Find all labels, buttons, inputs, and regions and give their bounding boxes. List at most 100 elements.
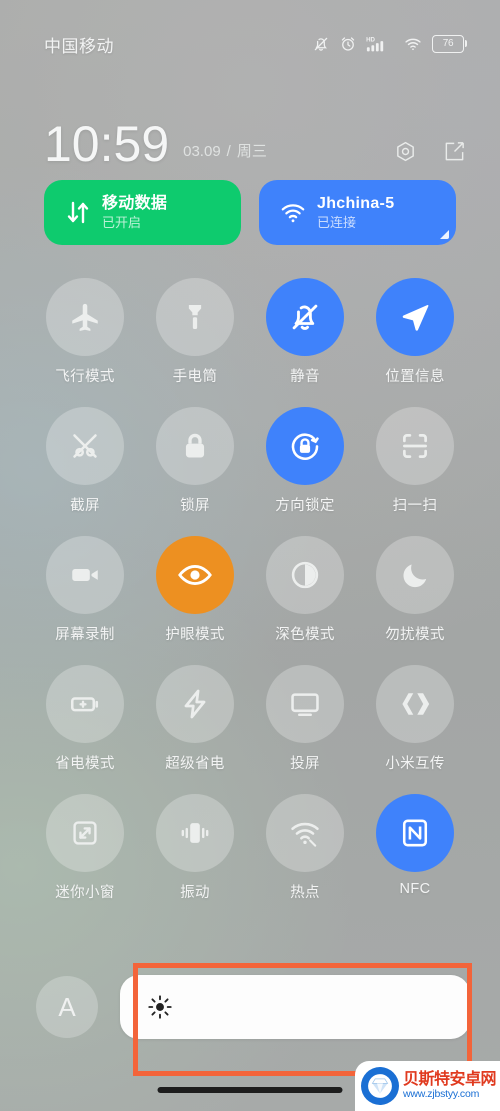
toggle-vibrate[interactable]: 振动 (140, 794, 250, 902)
toggle-flashlight[interactable]: 手电筒 (140, 278, 250, 386)
auto-brightness-button[interactable]: A (36, 976, 98, 1038)
date-separator: / (226, 143, 231, 160)
toggle-bubble[interactable] (156, 278, 234, 356)
mi-share-icon (398, 687, 432, 721)
toggle-label: 勿扰模式 (385, 627, 445, 643)
tile-title: Jhchina-5 (317, 194, 395, 212)
status-icon-tray: HD 76 (312, 35, 468, 53)
toggle-bubble[interactable] (46, 407, 124, 485)
svg-text:HD: HD (366, 37, 375, 44)
watermark-url: www.zjbstyy.com (403, 1088, 480, 1101)
sun-icon (146, 993, 174, 1021)
toggle-bubble[interactable] (46, 794, 124, 872)
clock-date: 03.09 (183, 143, 221, 160)
tile-wifi[interactable]: Jhchina-5 已连接 (259, 180, 456, 245)
toggle-battery-saver[interactable]: 省电模式 (30, 665, 140, 773)
toggle-bubble[interactable] (266, 536, 344, 614)
toggle-label: 手电筒 (172, 369, 218, 385)
toggle-bubble[interactable] (46, 536, 124, 614)
toggle-bubble[interactable] (266, 794, 344, 872)
toggle-silent[interactable]: 静音 (250, 278, 360, 386)
toggle-bubble[interactable] (266, 407, 344, 485)
battery-icon: 76 (432, 35, 468, 53)
toggle-lock-screen[interactable]: 锁屏 (140, 407, 250, 515)
toggle-grid: 飞行模式 手电筒 静音 位置信息 截屏 锁屏 方向锁定 扫一扫 屏幕录制 护眼模… (30, 278, 470, 902)
toggle-label: 投屏 (290, 756, 320, 772)
tile-title: 移动数据 (102, 194, 168, 212)
toggle-bubble[interactable] (376, 794, 454, 872)
toggle-mi-share[interactable]: 小米互传 (360, 665, 470, 773)
toggle-eye-comfort[interactable]: 护眼模式 (140, 536, 250, 644)
toggle-cast[interactable]: 投屏 (250, 665, 360, 773)
toggle-dark-mode[interactable]: 深色模式 (250, 536, 360, 644)
gear-icon[interactable] (394, 140, 417, 163)
video-camera-icon (68, 558, 102, 592)
gem-logo-icon (361, 1067, 399, 1105)
toggle-bubble[interactable] (156, 665, 234, 743)
wifi-icon (403, 35, 423, 53)
mobile-data-icon (58, 199, 98, 227)
expand-corner-icon[interactable] (440, 230, 449, 239)
toggle-label: 深色模式 (275, 627, 335, 643)
clock-weekday: 周三 (236, 143, 267, 160)
toggle-hotspot[interactable]: 热点 (250, 794, 360, 902)
mute-bell-icon (312, 35, 330, 53)
screenshot-icon (68, 429, 102, 463)
battery-level-label: 76 (442, 38, 454, 49)
toggle-label: 护眼模式 (165, 627, 225, 643)
toggle-bubble[interactable] (46, 278, 124, 356)
toggle-bubble[interactable] (266, 278, 344, 356)
toggle-do-not-disturb[interactable]: 勿扰模式 (360, 536, 470, 644)
toggle-bubble[interactable] (376, 407, 454, 485)
toggle-bubble[interactable] (376, 536, 454, 614)
toggle-label: 振动 (180, 885, 210, 901)
edit-icon[interactable] (443, 140, 466, 163)
home-indicator[interactable] (157, 1087, 343, 1093)
watermark: 贝斯特安卓网 www.zjbstyy.com (355, 1061, 500, 1111)
tile-subtitle: 已开启 (102, 214, 142, 230)
carrier-label: 中国移动 (44, 36, 114, 56)
clock-row: 10:59 03.09 / 周三 (0, 106, 500, 168)
toggle-airplane-mode[interactable]: 飞行模式 (30, 278, 140, 386)
toggle-label: 迷你小窗 (55, 885, 115, 901)
toggle-label: 扫一扫 (392, 498, 438, 514)
toggle-bubble[interactable] (156, 794, 234, 872)
battery-plus-icon (68, 687, 102, 721)
eye-icon (176, 556, 214, 594)
scan-icon (398, 429, 432, 463)
location-arrow-icon (398, 300, 432, 334)
hd-signal-icon: HD (366, 35, 394, 53)
tile-mobile-data[interactable]: 移动数据 已开启 (44, 180, 241, 245)
toggle-rotation-lock[interactable]: 方向锁定 (250, 407, 360, 515)
contrast-icon (288, 558, 322, 592)
toggle-bubble[interactable] (376, 278, 454, 356)
nfc-icon (398, 816, 432, 850)
toggle-bubble[interactable] (156, 536, 234, 614)
brightness-row: A (30, 975, 470, 1039)
lightning-icon (178, 687, 212, 721)
toggle-scan[interactable]: 扫一扫 (360, 407, 470, 515)
toggle-label: 方向锁定 (275, 498, 335, 514)
flashlight-icon (179, 301, 211, 333)
toggle-mini-window[interactable]: 迷你小窗 (30, 794, 140, 902)
toggle-screen-record[interactable]: 屏幕录制 (30, 536, 140, 644)
airplane-icon (68, 300, 102, 334)
toggle-screenshot[interactable]: 截屏 (30, 407, 140, 515)
brightness-slider[interactable] (120, 975, 470, 1039)
tile-subtitle: 已连接 (317, 214, 357, 230)
monitor-icon (288, 687, 322, 721)
wifi-icon (273, 200, 313, 226)
toggle-label: 锁屏 (180, 498, 210, 514)
toggle-bubble[interactable] (46, 665, 124, 743)
vibrate-icon (178, 816, 212, 850)
watermark-site-name: 贝斯特安卓网 (403, 1071, 497, 1089)
toggle-label: 截屏 (70, 498, 100, 514)
toggle-bubble[interactable] (266, 665, 344, 743)
toggle-ultra-battery-saver[interactable]: 超级省电 (140, 665, 250, 773)
toggle-nfc[interactable]: NFC (360, 794, 470, 902)
toggle-label: 热点 (290, 885, 320, 901)
toggle-bubble[interactable] (156, 407, 234, 485)
toggle-location[interactable]: 位置信息 (360, 278, 470, 386)
toggle-bubble[interactable] (376, 665, 454, 743)
clock-date-group: 03.09 / 周三 (183, 140, 267, 161)
